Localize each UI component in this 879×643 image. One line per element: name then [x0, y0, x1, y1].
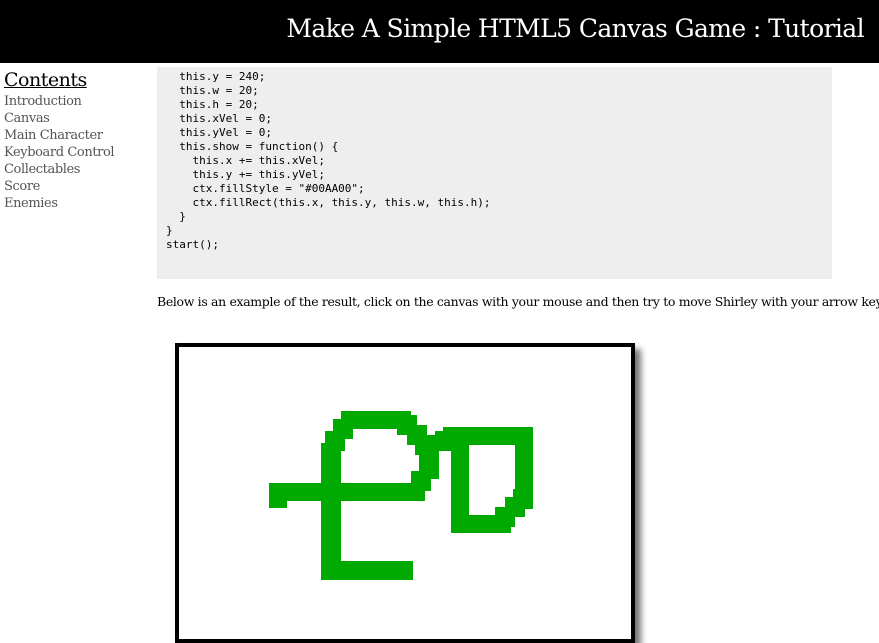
nav-item-collectables[interactable]: Collectables	[4, 161, 154, 178]
code-line: this.y = 240;	[166, 70, 266, 83]
nav-item-score[interactable]: Score	[4, 178, 154, 195]
nav-item-enemies[interactable]: Enemies	[4, 195, 154, 212]
game-drawing	[269, 411, 533, 580]
trail-segment	[321, 443, 341, 578]
code-line: }	[166, 210, 186, 223]
game-canvas[interactable]	[175, 343, 635, 643]
nav-item-canvas[interactable]: Canvas	[4, 110, 154, 127]
trail-segment	[355, 483, 425, 501]
trail-segment	[321, 561, 413, 580]
code-block: this.y = 240; this.w = 20; this.h = 20; …	[157, 67, 832, 279]
code-line: ctx.fillRect(this.x, this.y, this.w, thi…	[166, 196, 491, 209]
nav-item-keyboard-control[interactable]: Keyboard Control	[4, 144, 154, 161]
code-line: this.y += this.yVel;	[166, 168, 325, 181]
code-line: this.x += this.xVel;	[166, 154, 325, 167]
code-line: this.xVel = 0;	[166, 112, 272, 125]
contents-heading[interactable]: Contents	[4, 69, 87, 91]
canvas-description: Below is an example of the result, click…	[157, 294, 879, 309]
code-line: this.show = function() {	[166, 140, 339, 153]
page-header: Make A Simple HTML5 Canvas Game : Tutori…	[0, 0, 879, 63]
trail-segment	[269, 483, 287, 508]
code-line: this.yVel = 0;	[166, 126, 272, 139]
sidebar: Contents Introduction Canvas Main Charac…	[4, 69, 154, 212]
code-line: this.h = 20;	[166, 98, 259, 111]
page-title: Make A Simple HTML5 Canvas Game : Tutori…	[286, 14, 864, 43]
code-line: start();	[166, 238, 219, 251]
nav-item-introduction[interactable]: Introduction	[4, 93, 154, 110]
nav-item-main-character[interactable]: Main Character	[4, 127, 154, 144]
code-line: this.w = 20;	[166, 84, 259, 97]
code-line: }	[166, 224, 173, 237]
trail-segment	[513, 489, 533, 509]
contents-nav: Introduction Canvas Main Character Keybo…	[4, 93, 154, 212]
player-trail	[269, 411, 533, 580]
code-line: ctx.fillStyle = "#00AA00";	[166, 182, 365, 195]
